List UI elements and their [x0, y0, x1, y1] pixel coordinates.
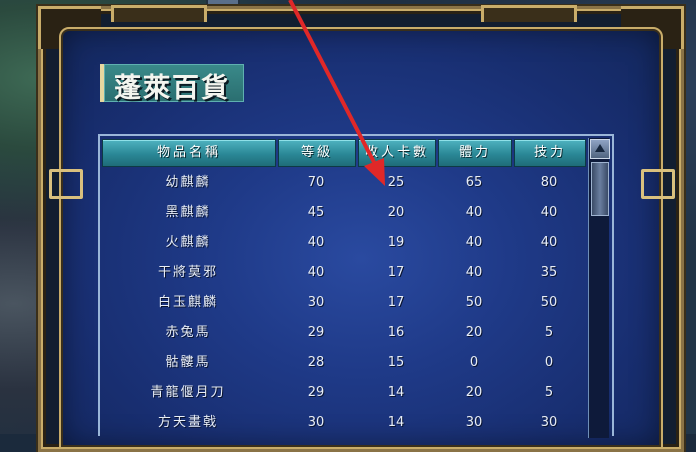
cell-level: 70	[307, 175, 325, 190]
cell-level: 45	[307, 205, 325, 220]
frame-ornament-right	[641, 169, 675, 199]
cell-level: 28	[307, 355, 325, 370]
table-row[interactable]: 黑麒麟 45 20 40 40	[100, 198, 588, 228]
cell-item-name: 黑麒麟	[165, 205, 211, 220]
table-row[interactable]: 赤兔馬 29 16 20 5	[100, 318, 588, 348]
cell-skill: 0	[544, 355, 554, 370]
cell-item-name: 火麒麟	[165, 235, 211, 250]
cell-card-count: 17	[387, 265, 405, 280]
cell-card-count: 14	[387, 385, 405, 400]
item-table: 物品名稱 等級 收人卡數 體力 技力 幼麒麟 70 25 65 80 黑麒麟 45 20 40 4…	[98, 134, 614, 438]
cell-card-count: 16	[387, 325, 405, 340]
cell-hp: 20	[465, 385, 483, 400]
header-hp[interactable]: 體力	[438, 139, 512, 167]
frame-ornament-left	[49, 169, 83, 199]
frame-notch-left	[111, 5, 207, 22]
cell-level: 40	[307, 235, 325, 250]
header-skill[interactable]: 技力	[514, 139, 586, 167]
cell-skill: 50	[540, 295, 558, 310]
cell-card-count: 17	[387, 295, 405, 310]
cell-skill: 40	[540, 205, 558, 220]
scroll-up-icon[interactable]	[590, 139, 610, 159]
cell-hp: 50	[465, 295, 483, 310]
cell-level: 30	[307, 295, 325, 310]
table-row[interactable]: 干將莫邪 40 17 40 35	[100, 258, 588, 288]
frame-notch-right	[481, 5, 577, 22]
cell-hp: 20	[465, 325, 483, 340]
table-row[interactable]: 青龍偃月刀 29 14 20 5	[100, 378, 588, 408]
table-row[interactable]: 骷髏馬 28 15 0 0	[100, 348, 588, 378]
cell-hp: 65	[465, 175, 483, 190]
cell-level: 40	[307, 265, 325, 280]
table-row[interactable]: 火麒麟 40 19 40 40	[100, 228, 588, 258]
header-level[interactable]: 等級	[278, 139, 356, 167]
table-row[interactable]: 白玉麒麟 30 17 50 50	[100, 288, 588, 318]
cell-item-name: 骷髏馬	[165, 355, 211, 370]
cell-skill: 35	[540, 265, 558, 280]
scroll-thumb[interactable]	[591, 162, 609, 216]
cell-hp: 0	[469, 355, 479, 370]
cell-hp: 40	[465, 265, 483, 280]
cell-skill: 80	[540, 175, 558, 190]
cell-item-name: 赤兔馬	[165, 325, 211, 340]
cell-item-name: 青龍偃月刀	[150, 385, 226, 400]
table-scrollbar[interactable]	[588, 138, 610, 438]
cell-card-count: 20	[387, 205, 405, 220]
cell-hp: 40	[465, 205, 483, 220]
cell-hp: 40	[465, 235, 483, 250]
table-row[interactable]: 幼麒麟 70 25 65 80	[100, 168, 588, 198]
cell-skill: 5	[544, 385, 554, 400]
cell-item-name: 干將莫邪	[157, 265, 218, 280]
cell-skill: 40	[540, 235, 558, 250]
cell-item-name: 白玉麒麟	[157, 295, 218, 310]
cell-card-count: 19	[387, 235, 405, 250]
header-card-count[interactable]: 收人卡數	[358, 139, 436, 167]
cell-item-name: 幼麒麟	[165, 175, 211, 190]
cell-skill: 5	[544, 325, 554, 340]
cell-card-count: 15	[387, 355, 405, 370]
header-item-name[interactable]: 物品名稱	[102, 139, 276, 167]
cell-level: 29	[307, 385, 325, 400]
shop-title: 蓬萊百貨	[114, 73, 230, 104]
cell-level: 29	[307, 325, 325, 340]
cell-card-count: 25	[387, 175, 405, 190]
